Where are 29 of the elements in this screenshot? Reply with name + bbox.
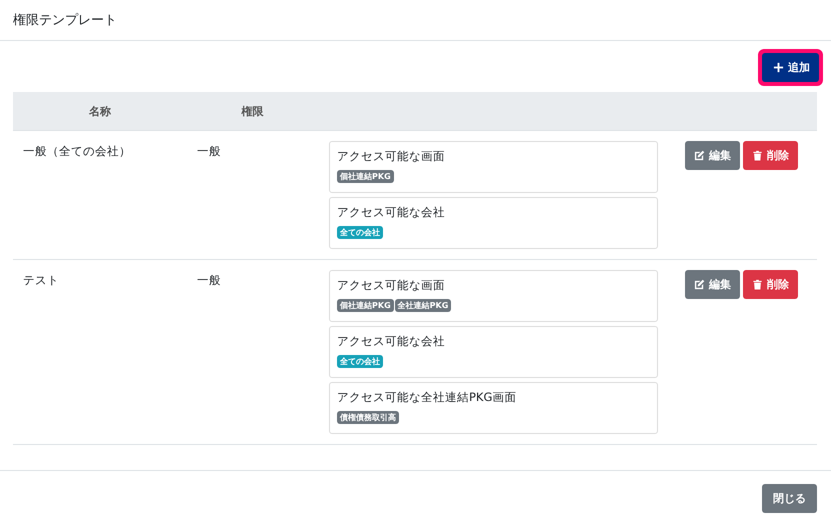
delete-button[interactable]: 削除	[743, 270, 798, 299]
tag: 個社連結PKG	[337, 299, 394, 312]
table-cell-text: 一般（全ての会社）	[22, 143, 132, 160]
card-title: アクセス可能な画面	[337, 149, 446, 164]
edit-icon	[694, 150, 705, 161]
dialog-title: 権限テンプレート	[13, 12, 117, 29]
close-button[interactable]: 閉じる	[762, 484, 817, 513]
card-title: アクセス可能な会社	[337, 334, 446, 349]
trash-icon	[752, 150, 763, 161]
trash-icon	[752, 279, 763, 290]
edit-icon	[694, 279, 705, 290]
tag: 全ての会社	[337, 226, 383, 239]
card-title: アクセス可能な画面	[337, 278, 446, 293]
card-title: アクセス可能な全社連結PKG画面	[337, 390, 518, 405]
tag: 個社連結PKG	[337, 170, 394, 183]
table-cell-text: 一般	[196, 143, 222, 160]
card-title: アクセス可能な会社	[337, 205, 446, 220]
delete-button[interactable]: 削除	[743, 141, 798, 170]
plus-icon	[773, 62, 784, 73]
column-header: 権限	[240, 104, 264, 118]
edit-button[interactable]: 編集	[685, 270, 740, 299]
table-cell-text: テスト	[22, 272, 60, 289]
column-header: 名称	[88, 104, 112, 118]
tag: 債権債務取引高	[337, 411, 399, 424]
table-cell-text: 一般	[196, 272, 222, 289]
tag: 全ての会社	[337, 355, 383, 368]
tag: 全社連結PKG	[394, 299, 452, 312]
edit-button[interactable]: 編集	[685, 141, 740, 170]
add-button[interactable]: 追加	[762, 53, 819, 82]
